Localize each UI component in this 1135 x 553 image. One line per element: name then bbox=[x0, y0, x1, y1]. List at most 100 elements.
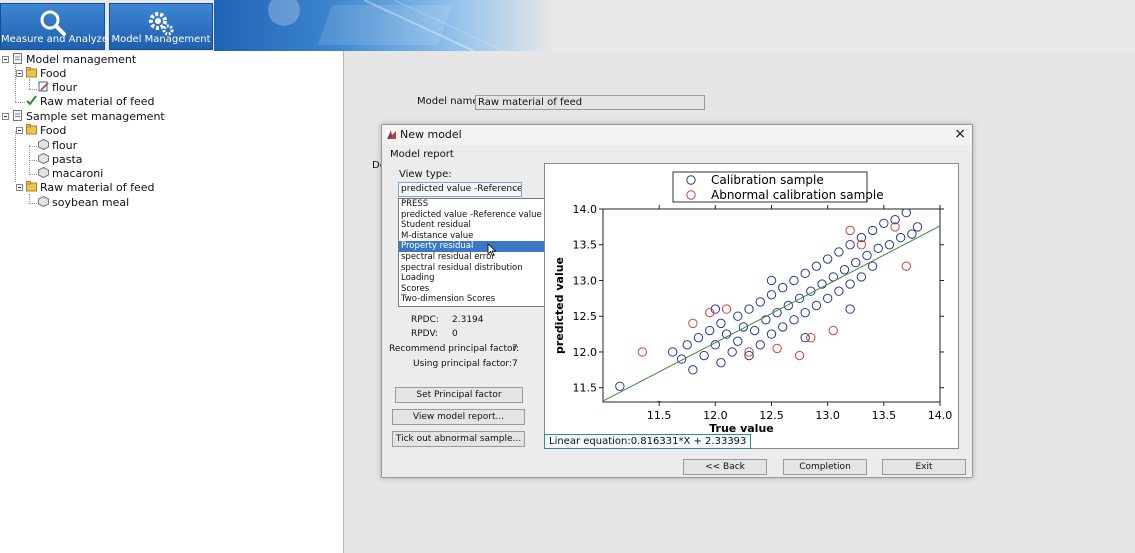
tree-node-food-samples[interactable]: Food bbox=[26, 124, 66, 138]
view-type-select[interactable]: predicted value -Reference v ⌵ bbox=[398, 182, 522, 197]
x-tick-label: 12.5 bbox=[759, 409, 784, 422]
tree-node-sample-set-management[interactable]: Sample set management bbox=[12, 110, 165, 124]
sample-icon bbox=[38, 139, 49, 150]
linear-equation-label: Linear equation:0.816331*X + 2.33393 bbox=[544, 434, 752, 449]
y-tick-label: 12.5 bbox=[573, 310, 598, 323]
x-tick-label: 14.0 bbox=[928, 409, 953, 422]
model-report-label: Model report bbox=[390, 149, 454, 160]
recommend-factor-label: Recommend principal factor: bbox=[389, 344, 520, 354]
view-type-dropdown-list: PRESS predicted value -Reference value S… bbox=[398, 198, 546, 307]
scatter-chart: 11.5 12.0 12.5 13.0 13.5 14.0 11.5 12.0 12.5 13.0… bbox=[553, 171, 953, 435]
search-icon bbox=[40, 10, 66, 36]
tree-node-pasta-sample[interactable]: pasta bbox=[38, 153, 83, 167]
model-name-label: Model name: bbox=[417, 96, 482, 107]
dropdown-option[interactable]: Two-dimension Scores bbox=[399, 294, 545, 305]
banner-decoration bbox=[268, 0, 505, 51]
sample-icon bbox=[38, 153, 49, 164]
tree-node-food[interactable]: Food bbox=[26, 67, 66, 81]
folder-icon bbox=[26, 67, 37, 78]
dropdown-option-selected[interactable]: Property residual bbox=[399, 241, 545, 252]
dropdown-option[interactable]: Scores bbox=[399, 284, 545, 295]
navigation-tree: Model management Food flour Raw material… bbox=[0, 51, 344, 553]
nav-measure-analyze-button[interactable]: Measure and Analyze bbox=[0, 3, 109, 50]
close-icon[interactable]: × bbox=[954, 126, 966, 142]
x-tick-label: 13.0 bbox=[815, 409, 840, 422]
model-name-input[interactable]: Raw material of feed bbox=[475, 95, 705, 110]
dropdown-option[interactable]: Student residual bbox=[399, 220, 545, 231]
dropdown-option[interactable]: PRESS bbox=[399, 199, 545, 210]
checkmark-icon bbox=[26, 95, 37, 106]
tree-node-label: Food bbox=[40, 124, 67, 137]
tree-node-label: Food bbox=[40, 67, 67, 80]
y-tick-label: 13.5 bbox=[573, 239, 598, 252]
y-tick-label: 13.0 bbox=[573, 274, 598, 287]
tree-node-label: Model management bbox=[26, 53, 137, 66]
tree-node-soybean-meal-sample[interactable]: soybean meal bbox=[38, 196, 129, 210]
new-model-dialog: New model × Model report View type: pred… bbox=[381, 124, 973, 478]
folder-icon bbox=[26, 124, 37, 135]
tree-node-label: soybean meal bbox=[52, 196, 130, 209]
nav-label: Measure and Analyze bbox=[1, 34, 109, 45]
document-icon bbox=[13, 53, 22, 64]
collapse-toggle[interactable] bbox=[2, 56, 9, 63]
tree-node-label: Raw material of feed bbox=[40, 95, 155, 108]
dropdown-option[interactable]: Loading bbox=[399, 273, 545, 284]
recommend-factor-value: 7 bbox=[512, 344, 518, 354]
collapse-toggle[interactable] bbox=[16, 184, 23, 191]
app-icon bbox=[386, 129, 397, 140]
dropdown-option[interactable]: predicted value -Reference value bbox=[399, 210, 545, 221]
nav-label: Model Management bbox=[111, 34, 211, 45]
y-tick-label: 11.5 bbox=[573, 382, 598, 395]
back-button[interactable]: << Back bbox=[683, 459, 767, 475]
tree-node-label: pasta bbox=[52, 153, 83, 166]
plot-area bbox=[602, 208, 941, 403]
edit-model-icon bbox=[38, 81, 49, 92]
using-factor-label: Using principal factor: bbox=[413, 359, 512, 369]
dropdown-option[interactable]: M-distance value bbox=[399, 231, 545, 242]
collapse-toggle[interactable] bbox=[2, 113, 9, 120]
tick-out-abnormal-sample-button[interactable]: Tick out abnormal sample... bbox=[392, 431, 525, 447]
rpdv-value: 0 bbox=[452, 329, 458, 339]
rpdc-value: 2.3194 bbox=[452, 315, 484, 325]
legend-label: Calibration sample bbox=[711, 173, 824, 187]
tree-node-label: macaroni bbox=[52, 167, 104, 180]
tree-node-label: Raw material of feed bbox=[40, 181, 155, 194]
tree-node-flour-model[interactable]: flour bbox=[38, 81, 77, 95]
exit-button[interactable]: Exit bbox=[882, 459, 966, 475]
header-banner bbox=[214, 0, 554, 51]
chevron-down-icon: ⌵ bbox=[512, 184, 519, 194]
y-tick-label: 12.0 bbox=[573, 346, 598, 359]
dialog-titlebar[interactable]: New model × bbox=[382, 125, 972, 145]
set-principal-factor-button[interactable]: Set Principal factor bbox=[395, 387, 523, 403]
sample-icon bbox=[38, 167, 49, 178]
tree-node-raw-material-model[interactable]: Raw material of feed bbox=[26, 95, 155, 109]
mouse-cursor-icon bbox=[487, 243, 497, 257]
view-type-label: View type: bbox=[399, 169, 452, 180]
dropdown-option[interactable]: spectral residual error bbox=[399, 252, 545, 263]
view-model-report-button[interactable]: View model report... bbox=[392, 409, 525, 425]
dialog-title: New model bbox=[400, 128, 462, 141]
x-tick-label: 11.5 bbox=[647, 409, 672, 422]
dropdown-option[interactable]: spectral residual distribution bbox=[399, 263, 545, 274]
rpdv-label: RPDV: bbox=[411, 329, 438, 339]
collapse-toggle[interactable] bbox=[16, 127, 23, 134]
x-tick-label: 13.5 bbox=[872, 409, 897, 422]
y-tick-label: 14.0 bbox=[573, 203, 598, 216]
tree-node-model-management[interactable]: Model management bbox=[12, 53, 136, 67]
tree-node-raw-material-samples[interactable]: Raw material of feed bbox=[26, 181, 155, 195]
completion-button[interactable]: Completion bbox=[783, 459, 867, 475]
tree-node-macaroni-sample[interactable]: macaroni bbox=[38, 167, 103, 181]
nav-model-management-button[interactable]: Model Management bbox=[109, 3, 213, 50]
tree-node-label: flour bbox=[52, 139, 78, 152]
collapse-toggle[interactable] bbox=[16, 70, 23, 77]
legend-label: Abnormal calibration sample bbox=[711, 188, 884, 202]
tree-node-label: Sample set management bbox=[26, 110, 165, 123]
gears-icon bbox=[149, 12, 174, 36]
tree-node-flour-sample[interactable]: flour bbox=[38, 139, 77, 153]
tree-node-label: flour bbox=[52, 81, 78, 94]
y-axis-label: predicted value bbox=[553, 257, 566, 354]
x-tick-label: 12.0 bbox=[703, 409, 728, 422]
rpdc-label: RPDC: bbox=[411, 315, 439, 325]
chart-panel: 11.5 12.0 12.5 13.0 13.5 14.0 11.5 12.0 12.5 13.0… bbox=[544, 163, 959, 449]
view-type-selected-value: predicted value -Reference v bbox=[401, 184, 522, 194]
